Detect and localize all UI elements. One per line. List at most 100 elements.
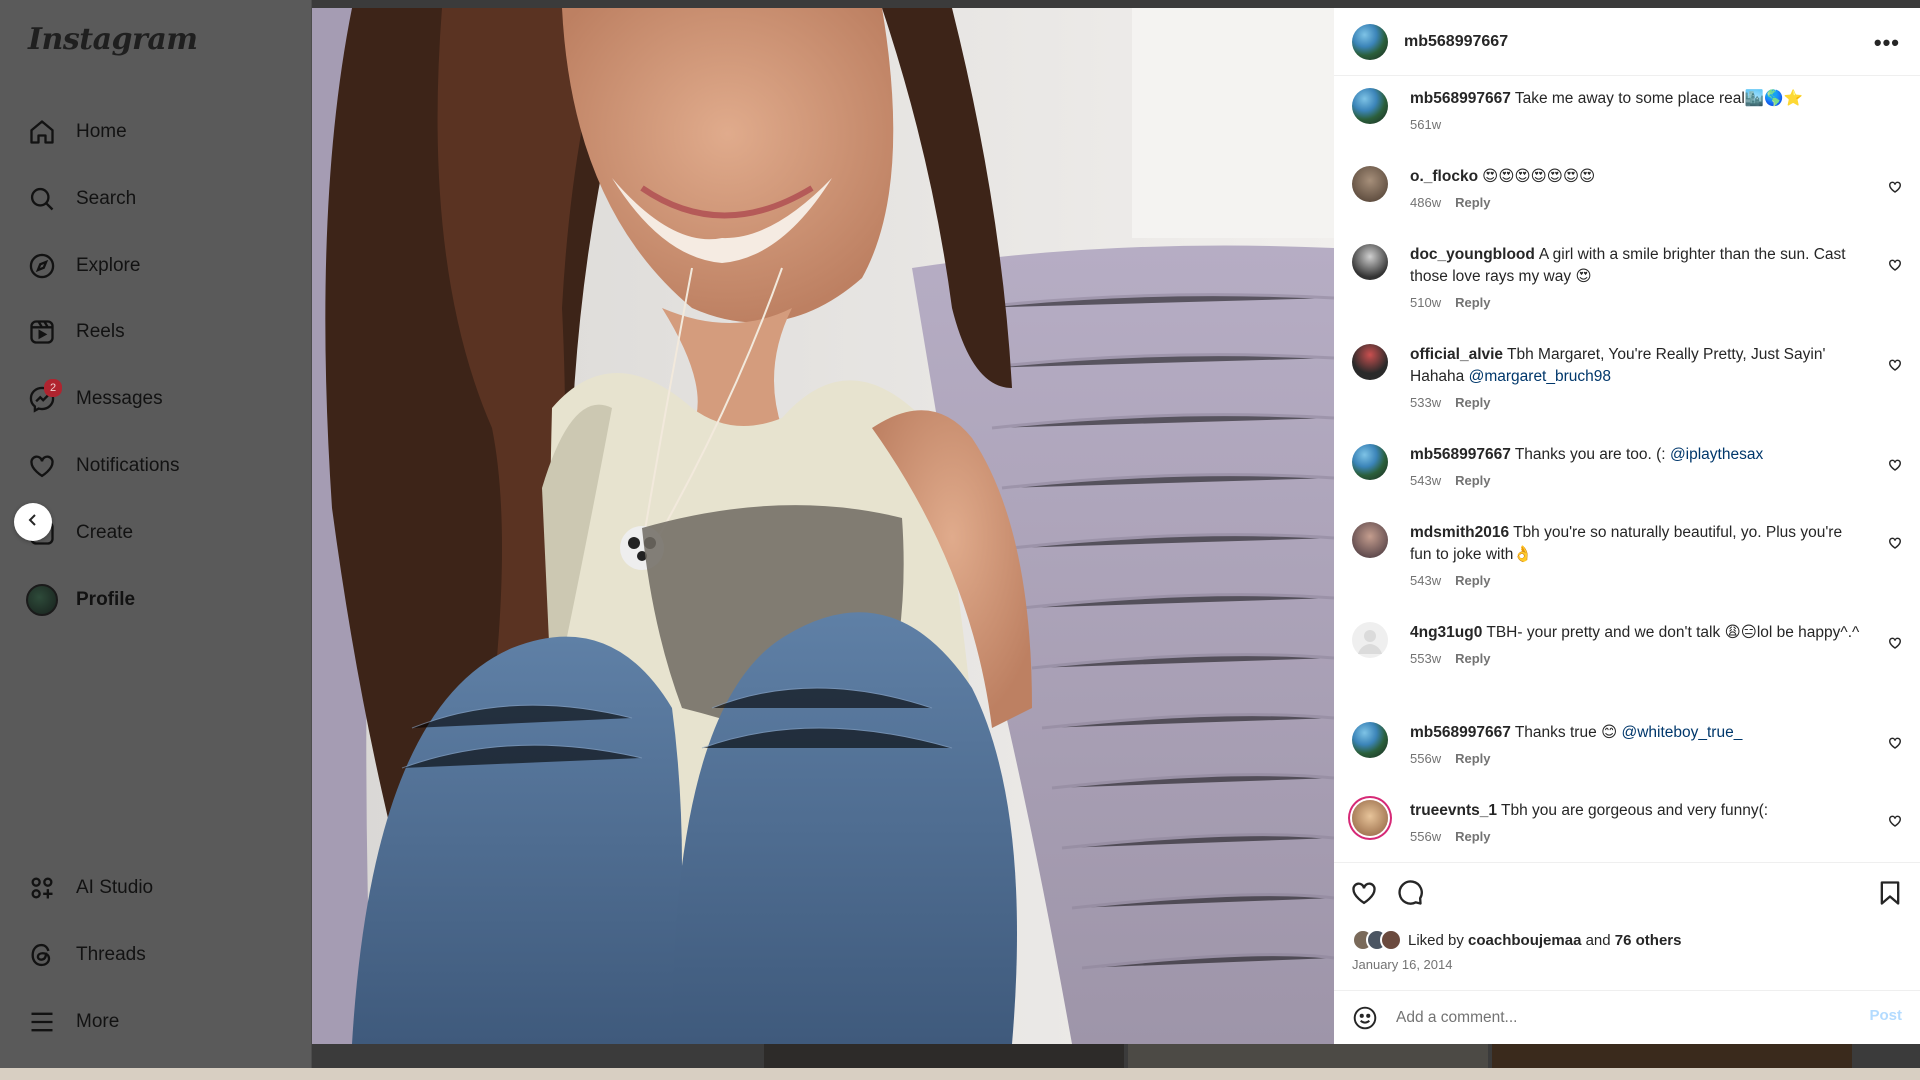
- post-header: mb568997667 •••: [1334, 8, 1920, 76]
- mention-link[interactable]: @margaret_bruch98: [1469, 368, 1611, 385]
- post-actions: Liked by coachboujemaa and 76 others Jan…: [1334, 862, 1920, 990]
- sidebar-item-notifications[interactable]: Notifications: [26, 442, 296, 490]
- sidebar-item-profile[interactable]: Profile: [26, 576, 296, 624]
- ai-studio-icon: [26, 872, 58, 904]
- comment-text: TBH- your pretty and we don't talk 😩😑lol…: [1486, 624, 1860, 641]
- avatar[interactable]: [1352, 166, 1388, 202]
- avatar[interactable]: [1352, 800, 1388, 836]
- sidebar-item-label: Create: [76, 522, 134, 543]
- sidebar-item-messages[interactable]: 2 Messages: [26, 375, 296, 423]
- avatar[interactable]: [1352, 444, 1388, 480]
- comment-username[interactable]: trueevnts_1: [1410, 802, 1497, 819]
- sidebar-item-label: Reels: [76, 321, 125, 342]
- sidebar-item-ai-studio[interactable]: AI Studio: [26, 864, 296, 912]
- reply-button[interactable]: Reply: [1455, 651, 1490, 666]
- like-comment-heart-icon[interactable]: [1888, 258, 1902, 277]
- add-comment-bar: Post: [1334, 990, 1920, 1044]
- chevron-left-icon: [25, 512, 41, 533]
- like-comment-heart-icon[interactable]: [1888, 358, 1902, 377]
- compass-icon: [26, 250, 58, 282]
- comment-text: 😍😍😍😍😍😍😍: [1482, 168, 1596, 185]
- avatar[interactable]: [1352, 522, 1388, 558]
- bookmark-icon[interactable]: [1876, 879, 1904, 912]
- feed-tile: [1492, 1042, 1852, 1068]
- likes-others-link[interactable]: 76 others: [1615, 932, 1682, 949]
- comment-time[interactable]: 486w: [1410, 195, 1441, 210]
- avatar[interactable]: [1352, 244, 1388, 280]
- home-icon: [26, 116, 58, 148]
- like-comment-heart-icon[interactable]: [1888, 180, 1902, 199]
- sidebar-item-label: AI Studio: [76, 877, 154, 898]
- comment-username[interactable]: 4ng31ug0: [1410, 624, 1482, 641]
- previous-post-button[interactable]: [14, 503, 52, 541]
- comment-username[interactable]: mb568997667: [1410, 90, 1511, 107]
- reply-button[interactable]: Reply: [1455, 473, 1490, 488]
- reply-button[interactable]: Reply: [1455, 751, 1490, 766]
- liker-username[interactable]: coachboujemaa: [1468, 932, 1581, 949]
- sidebar-item-reels[interactable]: Reels: [26, 308, 296, 356]
- instagram-logo[interactable]: Instagram: [28, 22, 198, 57]
- more-options-icon[interactable]: •••: [1874, 30, 1900, 56]
- comments-list[interactable]: mb568997667 Take me away to some place re…: [1334, 76, 1920, 862]
- comment-time[interactable]: 556w: [1410, 751, 1441, 766]
- avatar[interactable]: [1352, 88, 1388, 124]
- reels-icon: [26, 316, 58, 348]
- like-comment-heart-icon[interactable]: [1888, 814, 1902, 833]
- list-item: trueevnts_1 Tbh you are gorgeous and very…: [1352, 800, 1902, 848]
- comment-time[interactable]: 561w: [1410, 117, 1441, 132]
- post-detail-panel: mb568997667 ••• mb568997667 Take me away …: [1334, 8, 1920, 1044]
- list-item: official_alvie Tbh Margaret, You're Reall…: [1352, 344, 1902, 414]
- sidebar-item-create[interactable]: Create: [26, 509, 296, 557]
- sidebar-item-label: Messages: [76, 388, 163, 409]
- avatar[interactable]: [1352, 722, 1388, 758]
- emoji-icon[interactable]: [1352, 1005, 1378, 1031]
- comment-time[interactable]: 533w: [1410, 395, 1441, 410]
- comment-username[interactable]: doc_youngblood: [1410, 246, 1535, 263]
- mention-link[interactable]: @iplaythesax: [1670, 446, 1763, 463]
- comment-username[interactable]: mb568997667: [1410, 724, 1511, 741]
- list-item: mb568997667 Thanks true 😊 @whiteboy_true_…: [1352, 722, 1902, 770]
- comment-time[interactable]: 543w: [1410, 573, 1441, 588]
- reply-button[interactable]: Reply: [1455, 195, 1490, 210]
- sidebar-item-search[interactable]: Search: [26, 175, 296, 223]
- avatar[interactable]: [1352, 344, 1388, 380]
- like-heart-icon[interactable]: [1350, 879, 1378, 912]
- reply-button[interactable]: Reply: [1455, 573, 1490, 588]
- reply-button[interactable]: Reply: [1455, 829, 1490, 844]
- comment-time[interactable]: 543w: [1410, 473, 1441, 488]
- sidebar-item-label: Threads: [76, 944, 146, 965]
- sidebar-item-explore[interactable]: Explore: [26, 242, 296, 290]
- reply-button[interactable]: Reply: [1455, 395, 1490, 410]
- post-date[interactable]: January 16, 2014: [1352, 957, 1452, 972]
- sidebar-item-more[interactable]: More: [26, 998, 296, 1046]
- sidebar-item-home[interactable]: Home: [26, 108, 296, 156]
- avatar[interactable]: [1352, 622, 1388, 658]
- like-comment-heart-icon[interactable]: [1888, 458, 1902, 477]
- comment-username[interactable]: mdsmith2016: [1410, 524, 1509, 541]
- author-avatar[interactable]: [1352, 23, 1388, 60]
- comment-username[interactable]: o._flocko: [1410, 168, 1478, 185]
- sidebar-item-threads[interactable]: Threads: [26, 931, 296, 979]
- sidebar-item-label: Profile: [76, 589, 136, 610]
- sidebar-item-label: Search: [76, 188, 137, 209]
- messenger-icon: 2: [26, 379, 62, 415]
- post-photo[interactable]: [312, 8, 1334, 1044]
- post-comment-button[interactable]: Post: [1869, 1007, 1902, 1024]
- comment-username[interactable]: official_alvie: [1410, 346, 1503, 363]
- sidebar-item-label: Notifications: [76, 455, 180, 476]
- comment-time[interactable]: 556w: [1410, 829, 1441, 844]
- comment-time[interactable]: 553w: [1410, 651, 1441, 666]
- likes-summary[interactable]: Liked by coachboujemaa and 76 others: [1352, 929, 1682, 951]
- comment-input[interactable]: [1396, 1008, 1836, 1027]
- like-comment-heart-icon[interactable]: [1888, 636, 1902, 655]
- mention-link[interactable]: @whiteboy_true_: [1621, 724, 1742, 741]
- like-comment-heart-icon[interactable]: [1888, 736, 1902, 755]
- comment-time[interactable]: 510w: [1410, 295, 1441, 310]
- list-item: o._flocko 😍😍😍😍😍😍😍 486w Reply: [1352, 166, 1902, 214]
- like-comment-heart-icon[interactable]: [1888, 536, 1902, 555]
- comment-username[interactable]: mb568997667: [1410, 446, 1511, 463]
- reply-button[interactable]: Reply: [1455, 295, 1490, 310]
- author-username[interactable]: mb568997667: [1404, 33, 1508, 51]
- comment-bubble-icon[interactable]: [1396, 879, 1424, 912]
- liker-avatar: [1380, 929, 1402, 951]
